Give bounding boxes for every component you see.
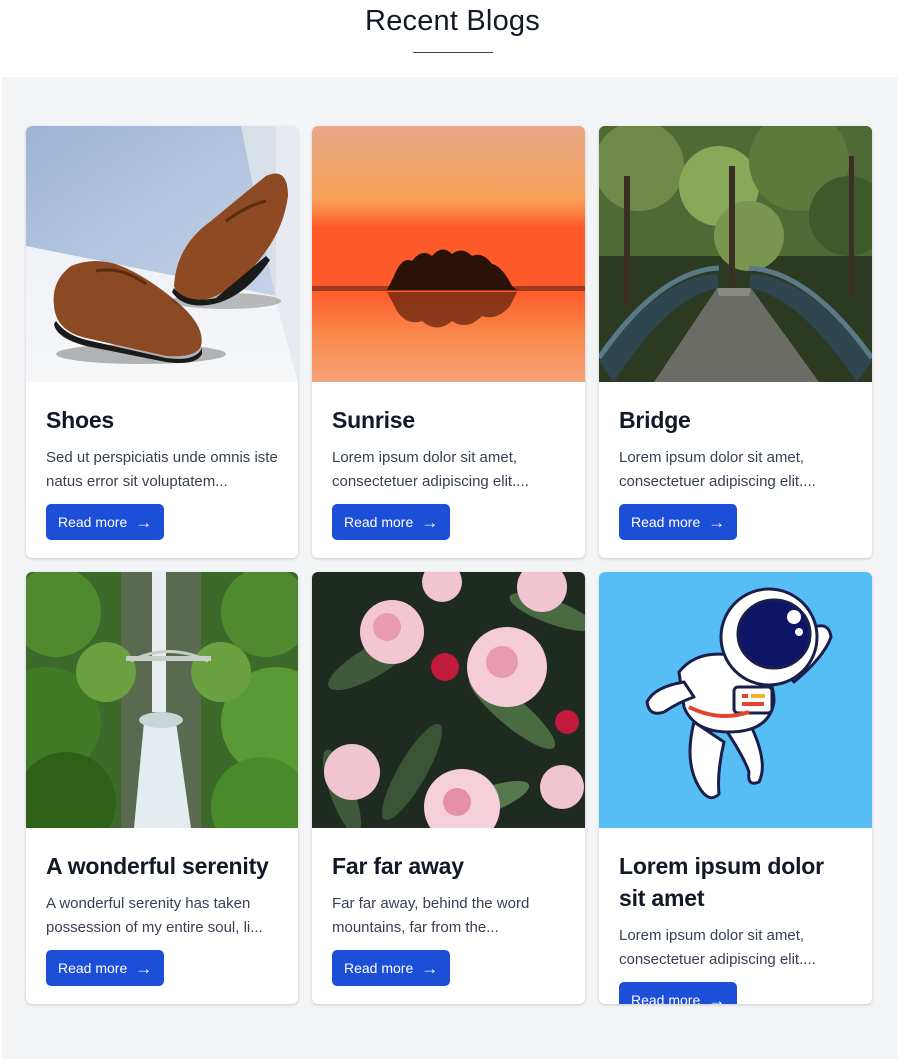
read-more-button[interactable]: Read more →: [332, 950, 451, 986]
blog-card-sunrise: Sunrise Lorem ipsum dolor sit amet, cons…: [312, 126, 585, 558]
card-title: Lorem ipsum dolor sit amet: [619, 853, 824, 911]
read-more-button[interactable]: Read more →: [619, 504, 738, 540]
blog-card-serenity: A wonderful serenity A wonderful serenit…: [26, 572, 298, 1004]
read-more-button[interactable]: Read more →: [46, 950, 165, 986]
astronaut-image[interactable]: [599, 572, 872, 828]
arrow-right-icon: →: [135, 512, 153, 532]
card-title: Shoes: [46, 407, 115, 433]
card-excerpt: A wonderful serenity has taken possessio…: [46, 895, 263, 936]
card-excerpt: Lorem ipsum dolor sit amet, consectetuer…: [619, 449, 816, 490]
card-excerpt: Sed ut perspiciatis unde omnis iste natu…: [46, 449, 278, 490]
page-title: Recent Blogs: [365, 5, 540, 37]
read-more-label: Read more: [344, 514, 414, 530]
card-title: Far far away: [332, 853, 464, 879]
read-more-button[interactable]: Read more →: [46, 504, 165, 540]
read-more-label: Read more: [58, 514, 128, 530]
read-more-label: Read more: [631, 514, 701, 530]
card-title: A wonderful serenity: [46, 853, 269, 879]
card-title: Sunrise: [332, 407, 415, 433]
card-title: Bridge: [619, 407, 691, 433]
bridge-image[interactable]: [599, 126, 872, 382]
flowers-image[interactable]: [312, 572, 585, 828]
title-underline: [412, 52, 493, 53]
blog-card-bridge: Bridge Lorem ipsum dolor sit amet, conse…: [599, 126, 872, 558]
read-more-label: Read more: [344, 960, 414, 976]
blog-card-shoes: Shoes Sed ut perspiciatis unde omnis ist…: [26, 126, 298, 558]
waterfall-image[interactable]: [26, 572, 298, 828]
card-excerpt: Lorem ipsum dolor sit amet, consectetuer…: [332, 449, 529, 490]
arrow-right-icon: →: [135, 958, 153, 978]
read-more-label: Read more: [58, 960, 128, 976]
card-excerpt: Lorem ipsum dolor sit amet, consectetuer…: [619, 927, 816, 968]
card-excerpt: Far far away, behind the word mountains,…: [332, 895, 530, 936]
blog-grid: Shoes Sed ut perspiciatis unde omnis ist…: [26, 126, 872, 1004]
blog-card-lorem: Lorem ipsum dolor sit amet Lorem ipsum d…: [599, 572, 872, 1004]
read-more-button[interactable]: Read more →: [332, 504, 451, 540]
sunrise-image[interactable]: [312, 126, 585, 382]
arrow-right-icon: →: [421, 512, 439, 532]
arrow-right-icon: →: [708, 990, 726, 1005]
read-more-button[interactable]: Read more →: [619, 982, 738, 1005]
blog-card-far-away: Far far away Far far away, behind the wo…: [312, 572, 585, 1004]
page-header: Recent Blogs: [0, 0, 905, 77]
arrow-right-icon: →: [421, 958, 439, 978]
read-more-label: Read more: [631, 992, 701, 1004]
blog-section: Shoes Sed ut perspiciatis unde omnis ist…: [2, 77, 897, 1059]
shoes-image[interactable]: [26, 126, 298, 382]
arrow-right-icon: →: [708, 512, 726, 532]
